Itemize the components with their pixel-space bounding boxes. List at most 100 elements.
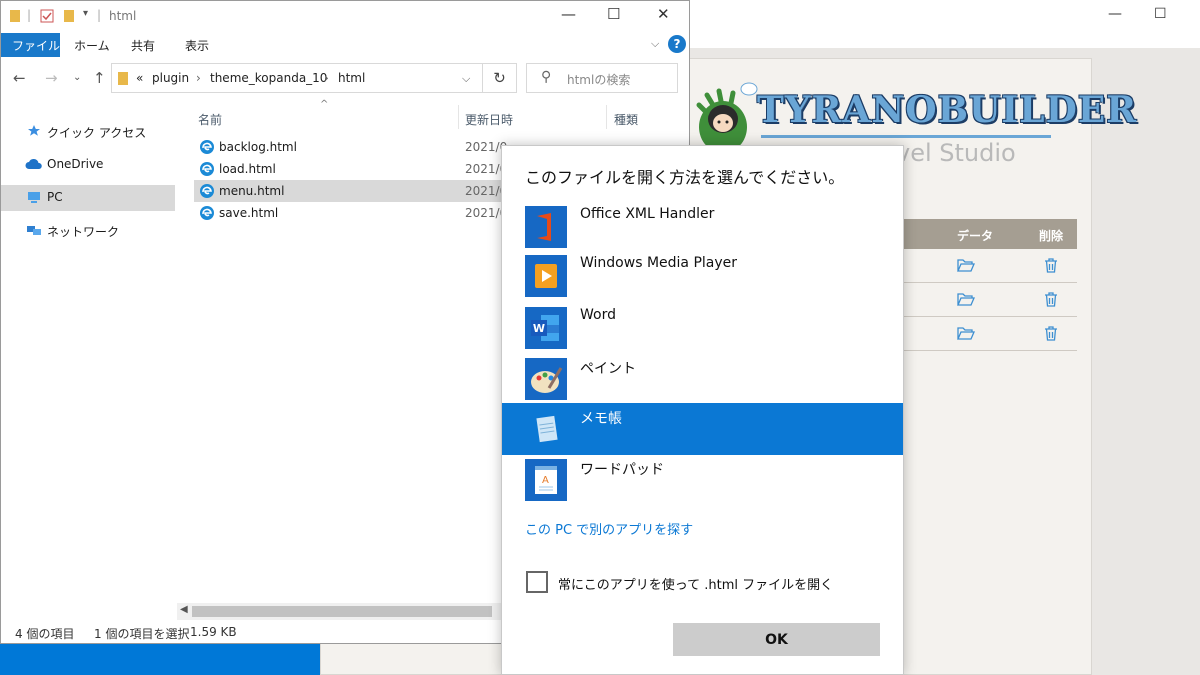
table-row <box>903 283 1077 317</box>
scroll-left-icon[interactable]: ◀ <box>180 604 188 615</box>
app-option-notepad[interactable]: メモ帳 <box>502 403 903 455</box>
desktop-background-strip <box>180 640 320 675</box>
cloud-icon <box>25 158 42 169</box>
column-delete: 削除 <box>1039 229 1064 243</box>
maximize-icon[interactable]: ☐ <box>607 5 620 23</box>
trash-icon[interactable] <box>1044 326 1058 341</box>
sidebar-item-network[interactable]: ネットワーク <box>1 218 175 244</box>
computer-icon <box>28 192 40 203</box>
back-arrow-icon[interactable]: ← <box>13 69 26 87</box>
sidebar-item-quick-access[interactable]: クイック アクセス <box>1 119 175 145</box>
table-row <box>903 317 1077 351</box>
address-dropdown-icon[interactable]: ⌵ <box>462 72 470 86</box>
list-item[interactable]: menu.html 2021/0 <box>194 180 507 202</box>
search-input[interactable]: htmlの検索 <box>567 71 630 88</box>
always-use-checkbox[interactable] <box>526 571 548 593</box>
help-icon[interactable]: ? <box>668 35 686 53</box>
dialog-title: このファイルを開く方法を選んでください。 <box>525 168 845 187</box>
navigation-pane: クイック アクセス OneDrive PC ネットワーク <box>1 99 177 615</box>
folder-icon <box>118 72 128 85</box>
breadcrumb-overflow[interactable]: « <box>136 71 143 85</box>
tyranobuilder-subtitle: vel Studio <box>896 139 1016 167</box>
trash-icon[interactable] <box>1044 292 1058 307</box>
wordpad-icon: A <box>525 459 567 501</box>
address-bar[interactable]: « plugin › theme_kopanda_10 › html ⌵ <box>111 63 483 93</box>
breadcrumb-html[interactable]: html <box>338 71 365 85</box>
find-another-app-link[interactable]: この PC で別のアプリを探す <box>525 519 693 538</box>
media-player-icon <box>525 255 567 297</box>
folder-icon <box>10 10 20 22</box>
tab-home[interactable]: ホーム <box>74 37 110 54</box>
folder-open-icon[interactable] <box>957 258 975 272</box>
column-divider[interactable] <box>458 105 459 129</box>
app-option-office-xml[interactable]: Office XML Handler <box>502 201 903 253</box>
list-item[interactable]: load.html 2021/0 <box>194 158 507 180</box>
window-title: html <box>109 9 137 23</box>
new-folder-icon[interactable] <box>63 9 75 23</box>
tab-view[interactable]: 表示 <box>185 37 209 54</box>
ok-button[interactable]: OK <box>673 623 880 656</box>
open-with-dialog: このファイルを開く方法を選んでください。 Office XML Handler … <box>501 145 904 675</box>
network-icon <box>27 226 41 235</box>
recent-locations-icon[interactable]: ⌄ <box>73 72 81 83</box>
refresh-icon[interactable]: ↻ <box>483 63 517 93</box>
selection-count: 1 個の項目を選択 <box>94 627 190 641</box>
properties-icon[interactable] <box>39 8 55 24</box>
edge-browser-icon <box>200 140 214 154</box>
up-arrow-icon[interactable]: ↑ <box>93 69 106 87</box>
folder-open-icon[interactable] <box>957 292 975 306</box>
background-window-titlebar: — ☐ <box>690 0 1200 48</box>
list-item[interactable]: backlog.html 2021/0 <box>194 136 507 158</box>
column-data: データ <box>957 229 994 243</box>
sidebar-item-onedrive[interactable]: OneDrive <box>1 152 175 178</box>
breadcrumb-theme[interactable]: theme_kopanda_10 <box>210 71 327 85</box>
close-icon[interactable]: ✕ <box>657 5 670 23</box>
folder-open-icon[interactable] <box>957 326 975 340</box>
trash-icon[interactable] <box>1044 258 1058 273</box>
table-row <box>903 249 1077 283</box>
list-item[interactable]: save.html 2021/0 <box>194 202 507 224</box>
column-divider[interactable] <box>606 105 607 129</box>
ribbon-tabs: ファイル ホーム 共有 表示 ⌵ ? <box>1 33 689 57</box>
maximize-icon[interactable]: ☐ <box>1154 6 1167 22</box>
breadcrumb-chevron-icon[interactable]: › <box>324 71 329 85</box>
save-data-table: データ 削除 <box>903 219 1077 351</box>
minimize-icon[interactable]: — <box>561 5 576 23</box>
sort-up-icon: ^ <box>320 99 329 110</box>
breadcrumb-chevron-icon[interactable]: › <box>196 71 201 85</box>
paint-icon <box>525 358 567 400</box>
forward-arrow-icon[interactable]: → <box>45 69 58 87</box>
separator: | <box>97 8 102 22</box>
column-name[interactable]: 名前 <box>198 111 222 128</box>
search-box[interactable]: ⚲ htmlの検索 <box>526 63 678 93</box>
horizontal-scrollbar[interactable]: ◀ <box>177 603 503 620</box>
edge-browser-icon <box>200 184 214 198</box>
search-icon: ⚲ <box>541 69 552 85</box>
app-option-word[interactable]: W Word <box>502 302 903 354</box>
app-option-wordpad[interactable]: A ワードパッド <box>502 454 903 506</box>
navigation-bar: ← → ⌄ ↑ « plugin › theme_kopanda_10 › ht… <box>1 57 689 99</box>
svg-text:W: W <box>533 322 545 335</box>
breadcrumb-plugin[interactable]: plugin <box>152 71 189 85</box>
edge-browser-icon <box>200 206 214 220</box>
column-date[interactable]: 更新日時 <box>465 111 513 128</box>
minimize-icon[interactable]: — <box>1108 6 1122 22</box>
tab-share[interactable]: 共有 <box>131 37 155 54</box>
star-icon <box>28 125 40 136</box>
tyranobuilder-logo: TYRANOBUILDER <box>757 89 1138 131</box>
app-option-media-player[interactable]: Windows Media Player <box>502 250 903 302</box>
word-icon: W <box>525 307 567 349</box>
scrollbar-thumb[interactable] <box>192 606 492 617</box>
always-use-label: 常にこのアプリを使って .html ファイルを開く <box>558 578 834 593</box>
notepad-icon <box>525 408 567 450</box>
tab-file[interactable]: ファイル <box>1 33 60 57</box>
logo-underline <box>761 135 1051 138</box>
ribbon-expand-icon[interactable]: ⌵ <box>651 37 659 51</box>
column-type[interactable]: 種類 <box>614 111 638 128</box>
quick-access-dropdown-icon[interactable]: ▾ <box>83 8 88 19</box>
svg-text:A: A <box>542 475 549 486</box>
sidebar-item-pc[interactable]: PC <box>1 185 175 211</box>
app-option-paint[interactable]: ペイント <box>502 353 903 405</box>
separator: | <box>27 8 32 22</box>
selection-size: 1.59 KB <box>190 625 237 639</box>
